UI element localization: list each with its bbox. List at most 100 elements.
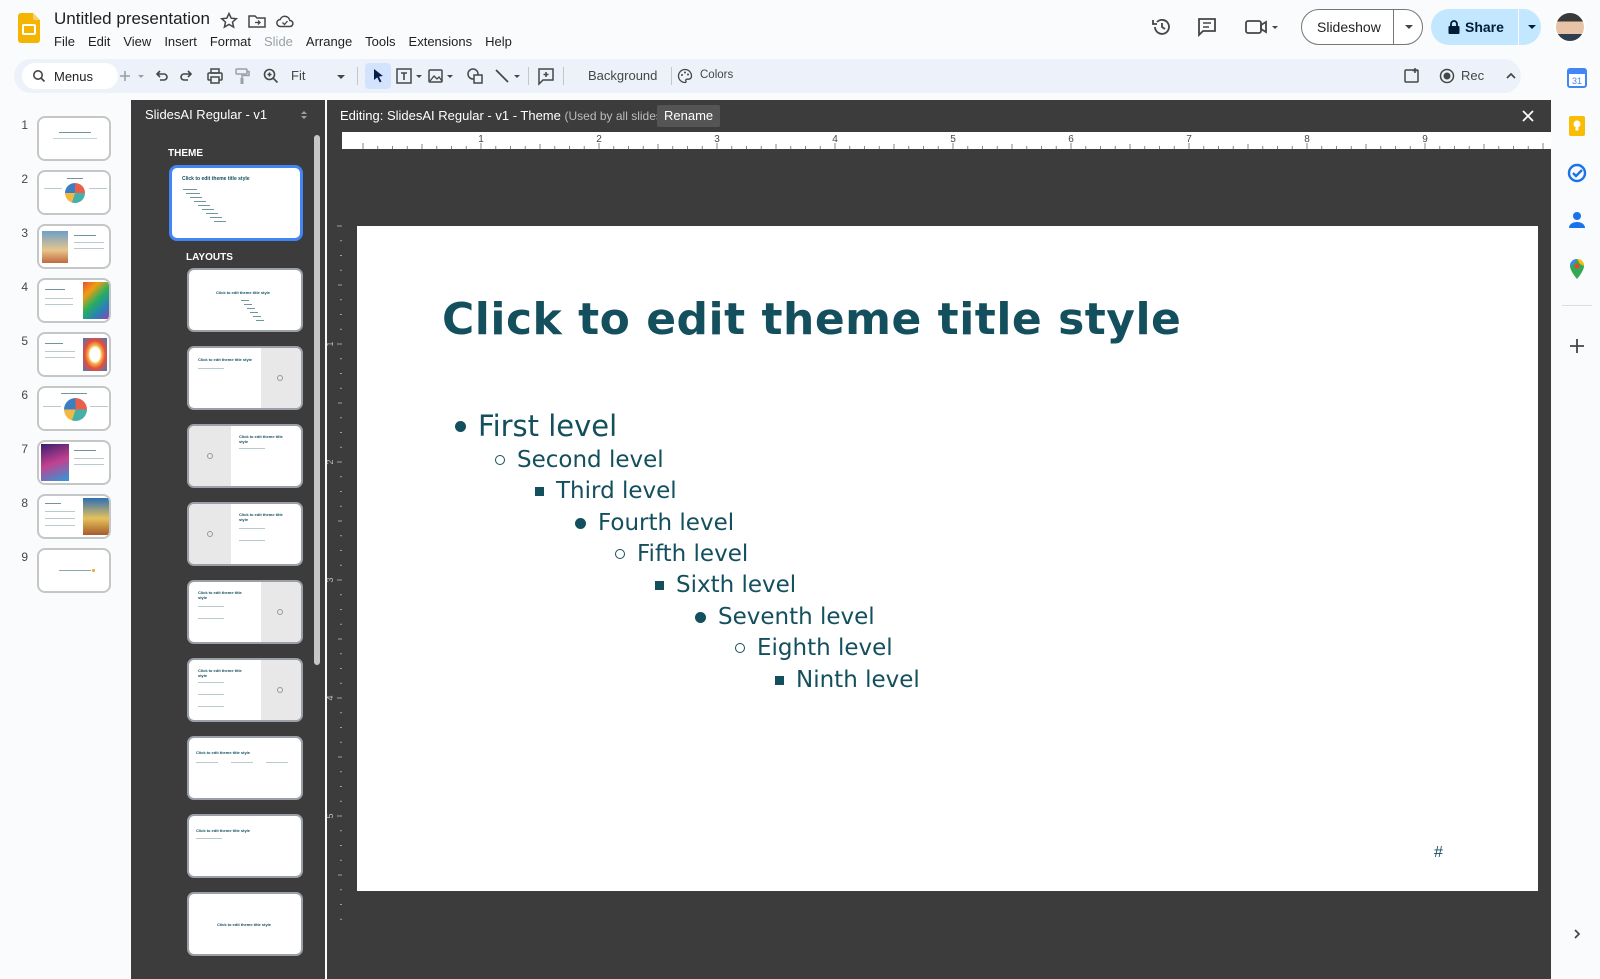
menu-arrange[interactable]: Arrange [306,32,359,51]
text-box-icon[interactable] [394,66,424,86]
menu-extensions[interactable]: Extensions [409,32,480,51]
theme-select-arrows-icon[interactable] [300,109,308,121]
menu-help[interactable]: Help [485,32,519,51]
svg-text:31: 31 [1572,76,1582,86]
slide-title-placeholder[interactable]: Click to edit theme title style [442,294,1181,345]
add-addon-icon[interactable] [1566,335,1588,357]
new-slide-dropdown-icon[interactable] [135,66,147,86]
image-icon[interactable] [426,66,456,86]
close-icon[interactable] [1519,107,1537,125]
layout-thumbnail[interactable]: Click to edit theme title style [187,736,303,800]
square-bullet-icon [535,486,544,496]
slide-canvas[interactable]: Click to edit theme title style First le… [357,226,1538,891]
zoom-select[interactable]: Fit [291,68,305,83]
calendar-icon[interactable]: 31 [1566,67,1588,89]
body-level-9[interactable]: Ninth level [775,667,920,693]
body-level-4[interactable]: Fourth level [575,510,734,536]
theme-name[interactable]: SlidesAI Regular - v1 [145,107,267,122]
menu-format[interactable]: Format [210,32,258,51]
move-folder-icon[interactable] [247,11,267,31]
square-bullet-icon [775,675,784,685]
cloud-saved-icon[interactable] [275,11,295,31]
slide-thumbnail-7[interactable] [37,440,111,485]
slides-logo-icon[interactable] [18,13,40,43]
pane-scrollbar[interactable] [314,135,320,665]
search-menus-input[interactable]: Menus [22,63,118,89]
menu-view[interactable]: View [123,32,158,51]
share-dropdown-icon[interactable] [1519,20,1539,34]
comments-icon[interactable] [1195,15,1219,39]
ruler-number: 5 [950,134,956,145]
layout-thumbnail[interactable]: Click to edit theme title style [187,814,303,878]
theme-master-thumbnail[interactable]: Click to edit theme title style [169,165,303,241]
share-label: Share [1465,19,1504,35]
layout-thumbnail[interactable]: Click to edit theme title style [187,502,303,566]
body-level-1[interactable]: First level [455,409,617,443]
colors-button[interactable]: Colors [700,69,733,81]
body-level-3[interactable]: Third level [535,478,677,504]
share-button[interactable]: Share [1431,9,1541,45]
slide-number: 3 [21,226,28,240]
menu-file[interactable]: File [54,32,82,51]
slide-number-placeholder[interactable]: # [1434,844,1443,862]
slide-thumbnail-9[interactable] [37,548,111,593]
layout-thumbnail[interactable]: Click to edit theme title style [187,346,303,410]
menu-slide[interactable]: Slide [264,32,300,51]
slide-thumbnail-1[interactable] [37,116,111,161]
expand-side-panel-icon[interactable] [1566,923,1588,945]
maps-icon[interactable] [1566,258,1588,280]
slide-thumbnail-3[interactable] [37,224,111,269]
background-button[interactable]: Background [588,68,657,83]
body-level-6[interactable]: Sixth level [655,572,796,598]
star-icon[interactable] [219,11,239,31]
insert-slide-image-icon[interactable] [1402,66,1422,86]
slide-thumbnail-6[interactable] [37,386,111,431]
select-tool-icon[interactable] [365,63,391,89]
new-slide-icon[interactable] [115,66,135,86]
horizontal-ruler[interactable]: 1 2 3 4 5 6 7 8 9 [342,132,1551,149]
zoom-dropdown-icon[interactable] [335,66,347,86]
body-level-text: Eighth level [757,635,893,661]
menu-tools[interactable]: Tools [365,32,402,51]
slideshow-dropdown-icon[interactable] [1394,20,1416,34]
slide-thumbnail-8[interactable] [37,494,111,539]
line-icon[interactable] [492,66,524,86]
layout-thumbnail[interactable]: Click to edit theme title style [187,580,303,644]
layout-thumbnail[interactable]: Click to edit theme title style [187,268,303,332]
add-comment-icon[interactable] [536,66,556,86]
body-level-2[interactable]: Second level [495,447,664,473]
theme-layouts-pane: SlidesAI Regular - v1 THEME Click to edi… [131,100,325,979]
body-level-5[interactable]: Fifth level [615,541,748,567]
print-icon[interactable] [205,66,225,86]
rec-button[interactable]: Rec [1437,66,1487,86]
menu-insert[interactable]: Insert [164,32,204,51]
palette-icon[interactable] [677,68,693,88]
meet-icon[interactable] [1244,15,1280,39]
layout-thumbnail[interactable]: Click to edit theme title style [187,658,303,722]
collapse-toolbar-icon[interactable] [1501,66,1521,86]
zoom-icon[interactable] [261,66,281,86]
vertical-ruler[interactable]: 1 2 3 4 5 [327,149,342,979]
layout-thumbnail[interactable]: Click to edit theme title style [187,892,303,956]
body-level-7[interactable]: Seventh level [695,604,875,630]
slideshow-button[interactable]: Slideshow [1301,9,1423,45]
contacts-icon[interactable] [1566,209,1588,231]
menu-edit[interactable]: Edit [88,32,117,51]
toolbar-divider [357,67,358,85]
undo-icon[interactable] [151,66,171,86]
tasks-icon[interactable] [1566,162,1588,184]
document-title[interactable]: Untitled presentation [54,9,210,29]
body-level-8[interactable]: Eighth level [735,635,893,661]
slide-thumbnail-4[interactable] [37,278,111,323]
layout-thumbnail[interactable]: Click to edit theme title style [187,424,303,488]
redo-icon[interactable] [177,66,197,86]
rename-button[interactable]: Rename [657,105,721,127]
version-history-icon[interactable] [1150,15,1174,39]
keep-icon[interactable] [1566,115,1588,137]
shape-icon[interactable] [465,66,485,86]
slide-thumbnail-2[interactable] [37,170,111,215]
paint-format-icon[interactable] [232,66,252,86]
slide-thumbnail-5[interactable] [37,332,111,377]
user-avatar[interactable] [1554,11,1586,43]
editing-title: Editing: SlidesAI Regular - v1 - Theme [340,108,561,123]
